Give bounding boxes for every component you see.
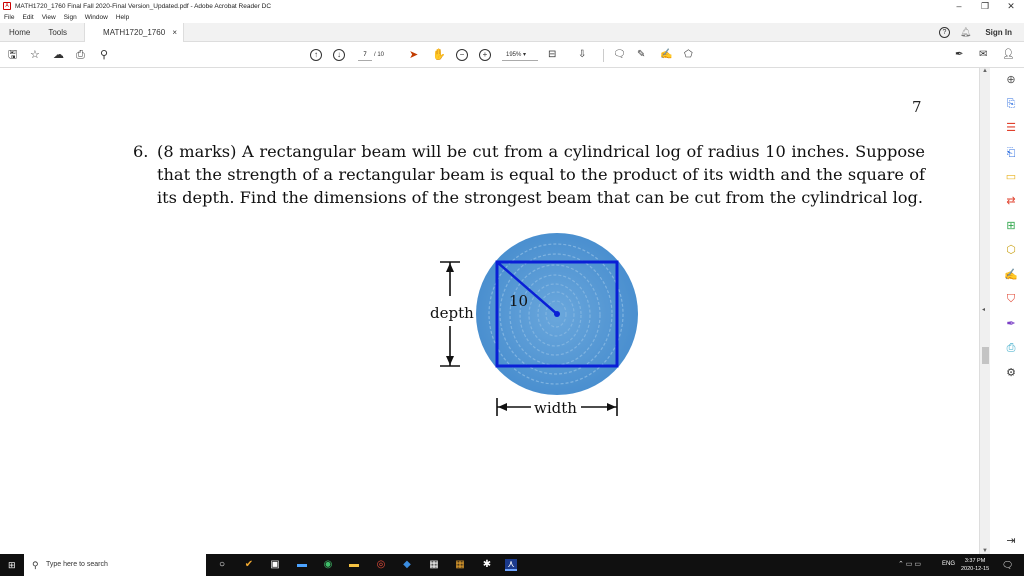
close-button[interactable]: ✕: [998, 0, 1024, 12]
acrobat-icon: A: [3, 2, 11, 10]
share-user-icon[interactable]: 👤︎: [1002, 47, 1015, 63]
clock-time: 3:37 PM: [964, 558, 986, 564]
window-title: MATH1720_1760 Final Fall 2020-Final Vers…: [15, 2, 272, 10]
organize-pages-icon[interactable]: ☰: [1004, 121, 1018, 135]
zoom-in-icon[interactable]: +: [479, 49, 491, 61]
fill-sign-icon[interactable]: ✒: [955, 47, 963, 63]
task-app-icon[interactable]: ✔: [243, 559, 255, 571]
highlight-pen-icon[interactable]: ✎: [637, 47, 645, 63]
menu-edit[interactable]: Edit: [22, 14, 33, 21]
search-placeholder: Type here to search: [46, 561, 108, 568]
comment-icon[interactable]: 🗨︎: [613, 47, 626, 63]
depth-label: depth: [430, 304, 474, 322]
menu-help[interactable]: Help: [116, 14, 129, 21]
tab-bar: Home Tools MATH1720_1760 F... × ? 🔔︎ Sig…: [0, 22, 1024, 56]
problem-number: 6.: [133, 142, 149, 161]
send-for-review-icon[interactable]: ⎙: [1004, 341, 1018, 355]
menu-sign[interactable]: Sign: [64, 14, 77, 21]
tab-document-label: MATH1720_1760 F...: [103, 27, 166, 56]
email-icon[interactable]: ✉: [979, 47, 987, 63]
more-tools-icon[interactable]: ⚙: [1004, 366, 1018, 380]
dropbox-icon[interactable]: ◆: [401, 559, 413, 571]
scan-icon[interactable]: ⬡: [1004, 243, 1018, 257]
windows-start-icon[interactable]: ⊞: [8, 560, 16, 571]
search-icon[interactable]: ⚲: [100, 47, 108, 63]
clock-date: 2020-12-15: [961, 566, 990, 572]
system-tray-icons[interactable]: ⌃ ▭ ▭: [898, 560, 921, 568]
radius-label: 10: [509, 292, 528, 310]
scroll-mode-icon[interactable]: ⇩: [578, 47, 586, 63]
tab-tools[interactable]: Tools: [39, 23, 76, 42]
search-icon: ⚲: [32, 560, 39, 570]
zoom-select[interactable]: 195% ▾: [502, 50, 538, 61]
sign-in-button[interactable]: Sign In: [985, 28, 1012, 37]
bell-icon[interactable]: 🔔︎: [960, 27, 971, 38]
collapse-tools-icon[interactable]: ⇥: [1004, 534, 1018, 548]
toolbar: 🖫 ☆ ☁ ⎙ ⚲ ↑ ↓ 7 / 10 ➤ ✋ − + 195% ▾ ⊟ ⇩ …: [0, 42, 1024, 68]
title-bar: A MATH1720_1760 Final Fall 2020-Final Ve…: [0, 0, 1024, 12]
edge-browser-icon[interactable]: ◉: [322, 559, 334, 571]
file-explorer-icon[interactable]: ▬: [348, 559, 360, 571]
scroll-up-icon[interactable]: ▲: [982, 68, 988, 74]
edit-pdf-icon[interactable]: ⇄: [1004, 194, 1018, 208]
tab-home[interactable]: Home: [0, 23, 39, 42]
hand-tool-icon[interactable]: ✋: [432, 47, 446, 63]
cortana-icon[interactable]: ○: [216, 559, 228, 571]
right-tools-panel: ⊕ ⎘ ☰ ⎗ ▭ ⇄ ⊞ ⬡ ✍ ⛉ ✒ ⎙ ⚙ ⇥: [990, 68, 1024, 554]
taskbar: ⊞ ⚲ Type here to search ○ ✔ ▣ ▬ ◉ ▬ ◎ ◆ …: [0, 554, 1024, 576]
menu-view[interactable]: View: [42, 14, 56, 21]
stamp-icon[interactable]: ⬠: [684, 47, 693, 63]
comment-tool-icon[interactable]: ▭: [1004, 170, 1018, 184]
collapse-panel-icon[interactable]: ◂: [982, 306, 985, 313]
request-signature-icon[interactable]: ✒: [1004, 317, 1018, 331]
tab-document[interactable]: MATH1720_1760 F... ×: [84, 22, 185, 56]
menu-file[interactable]: File: [4, 14, 14, 21]
compare-icon[interactable]: ⊞: [1004, 219, 1018, 233]
clock[interactable]: 3:37 PM 2020-12-15: [961, 557, 989, 573]
acrobat-taskbar-icon[interactable]: ⋏: [505, 559, 517, 571]
previous-page-icon[interactable]: ↑: [310, 49, 322, 61]
cloud-upload-icon[interactable]: ☁: [53, 47, 64, 63]
fill-and-sign-icon[interactable]: ✍: [1004, 268, 1018, 282]
page-total: / 10: [374, 52, 385, 58]
window-controls: – ❐ ✕: [946, 0, 1024, 12]
store-icon[interactable]: ▬: [296, 559, 308, 571]
menu-bar: File Edit View Sign Window Help: [0, 12, 1024, 23]
minimize-button[interactable]: –: [946, 0, 972, 12]
taskbar-search[interactable]: ⚲ Type here to search: [24, 554, 206, 576]
next-page-icon[interactable]: ↓: [333, 49, 345, 61]
menu-window[interactable]: Window: [85, 14, 108, 21]
page-number-input[interactable]: 7: [358, 50, 372, 61]
select-cursor-icon[interactable]: ➤: [409, 47, 418, 63]
problem-6: 6. (8 marks) A rectangular beam will be …: [133, 140, 925, 209]
scroll-thumb[interactable]: [982, 347, 989, 364]
beam-figure: 10 depth width: [430, 233, 638, 417]
notification-icon[interactable]: 🗨︎: [1002, 560, 1013, 571]
draw-sign-icon[interactable]: ✍: [660, 47, 672, 63]
settings-icon[interactable]: ✱: [481, 559, 493, 571]
chrome-icon[interactable]: ◎: [375, 559, 387, 571]
zoom-tool-icon[interactable]: ⊕: [1004, 73, 1018, 87]
zoom-out-icon[interactable]: −: [456, 49, 468, 61]
vertical-scrollbar[interactable]: ▲ ◂ ▼: [979, 68, 990, 554]
save-icon[interactable]: 🖫: [8, 47, 17, 63]
bookmark-star-icon[interactable]: ☆: [30, 47, 40, 63]
help-icon[interactable]: ?: [938, 26, 950, 38]
restore-button[interactable]: ❐: [972, 0, 998, 12]
problem-text: (8 marks) A rectangular beam will be cut…: [157, 142, 925, 207]
pdf-page-number: 7: [912, 98, 922, 116]
export-pdf-icon[interactable]: ⎘: [1004, 97, 1018, 111]
page-fit-icon[interactable]: ⊟: [548, 47, 556, 63]
task-view-icon[interactable]: ▣: [269, 559, 281, 571]
calendar-app-icon[interactable]: ▦: [454, 559, 466, 571]
language-indicator[interactable]: ENG: [942, 561, 955, 567]
tab-close-icon[interactable]: ×: [172, 23, 177, 42]
width-label: width: [534, 399, 577, 417]
print-icon[interactable]: ⎙: [76, 47, 85, 63]
create-pdf-icon[interactable]: ⎗: [1004, 146, 1018, 160]
zoom-value: 195%: [506, 52, 522, 58]
protect-icon[interactable]: ⛉: [1004, 292, 1018, 306]
app-icon[interactable]: ▦: [428, 559, 440, 571]
center-point: [554, 311, 560, 317]
